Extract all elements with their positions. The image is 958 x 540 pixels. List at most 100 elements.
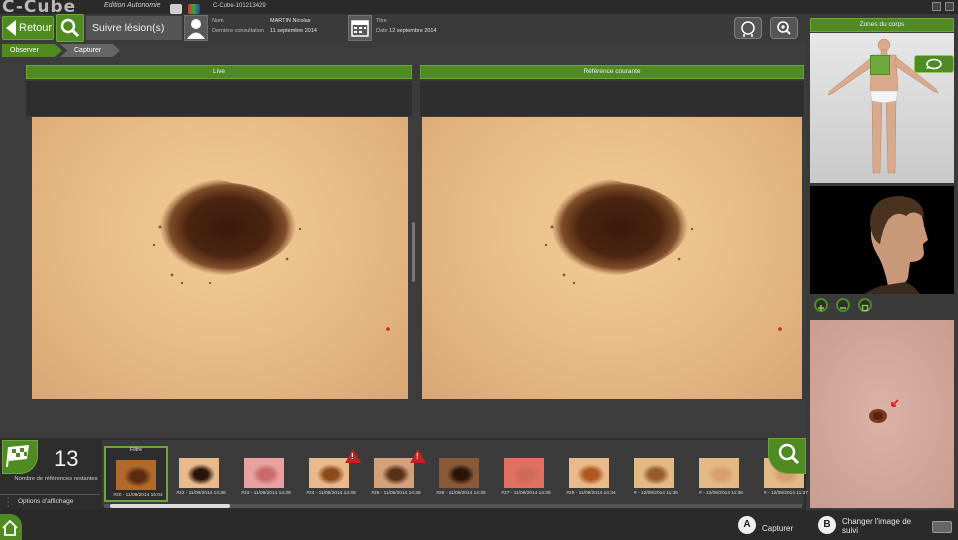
image-viewer: Live Référence courante (24, 62, 808, 438)
magnifier-icon[interactable] (56, 14, 84, 42)
display-options-label: Options d'affichage (18, 498, 74, 505)
thumbnail-scrollbar[interactable] (104, 504, 802, 508)
head-3d-view[interactable] (810, 186, 954, 294)
thumbnail-caption: #24 - 11/09/2014 14:48 (306, 491, 356, 496)
thumbnail-strip: Filtre #20 - 11/09/2014 15:04 #22 - 11/09/… (102, 440, 808, 506)
patient-info: Nom Dernière consultation (212, 16, 264, 36)
zoom-controls (810, 298, 954, 314)
reference-thumbnail[interactable]: #23 - 11/09/2014 14:39 (234, 446, 298, 502)
thumbnail-caption: #26 - 11/09/2014 14:36 (436, 491, 486, 496)
last-consult-value: 11 septembre 2014 (270, 28, 317, 34)
close-window-button[interactable] (945, 2, 954, 11)
zoom-minus-icon[interactable] (836, 298, 850, 312)
change-image-action-label[interactable]: Changer l'image de suivi (842, 517, 922, 535)
thumbnail-image (699, 458, 739, 488)
tab-observer[interactable]: Observer (2, 44, 62, 57)
remaining-references-label: Nombre de références restantes (14, 476, 98, 482)
search-icon[interactable] (768, 438, 806, 474)
checkered-flag-icon[interactable] (2, 440, 38, 474)
zoom-plus-icon[interactable] (814, 298, 828, 312)
calendar-icon (348, 15, 372, 41)
tab-capturer[interactable]: Capturer (60, 44, 120, 57)
thumbnail-image (179, 458, 219, 488)
warning-icon (345, 449, 361, 463)
last-consult-label: Dernière consultation (212, 28, 264, 34)
header-bar: Retour Suivre lésion(s) Nom Dernière con… (0, 14, 806, 42)
back-arrow-icon (6, 20, 16, 36)
reference-thumbnail[interactable]: #25 - 11/09/2014 14:38 (364, 446, 428, 502)
session-date-row: Date 12 septembre 2014 (376, 26, 437, 36)
remaining-references-count: 13 (54, 446, 79, 471)
device-serial: C-Cube-101213429 (213, 3, 266, 9)
camera-icon[interactable] (170, 4, 182, 14)
session-title-label: Titre (376, 18, 387, 24)
references-strip: 13 Nombre de références restantes · · · Op… (0, 438, 808, 510)
thumbnail-caption: #20 - 11/09/2014 15:04 (113, 493, 163, 498)
thumbnail-image (504, 458, 544, 488)
thumbnail-image (244, 458, 284, 488)
body-zones-sidebar: Zones du corps (806, 14, 958, 510)
body-zones-title: Zones du corps (810, 18, 954, 32)
reference-thumbnail[interactable]: #24 - 11/09/2014 14:48 (299, 446, 363, 502)
thumbnail-image (634, 458, 674, 488)
panel-splitter[interactable] (412, 222, 415, 282)
edition-label: Edition Autonomie (104, 2, 161, 9)
filter-label: Filtre (129, 447, 143, 453)
thumbnail-caption: #25 - 11/09/2014 14:38 (371, 491, 421, 496)
reference-thumbnail[interactable]: #27 - 11/09/2014 14:35 (494, 446, 558, 502)
reference-panel-toolbar (420, 81, 804, 116)
display-options-button[interactable]: · · · Options d'affichage (0, 494, 100, 510)
minimize-button[interactable] (932, 2, 941, 11)
reference-thumbnail[interactable]: # - 12/09/2014 11:36 (624, 446, 688, 502)
zoom-fit-icon[interactable] (858, 298, 872, 312)
more-vertical-icon: · · · (7, 495, 10, 510)
title-bar: C-Cube Edition Autonomie C-Cube-10121342… (0, 0, 958, 17)
session-info: Titre Date 12 septembre 2014 (376, 16, 437, 36)
mode-title: Suivre lésion(s) (86, 16, 182, 40)
thumbnail-image (116, 460, 156, 490)
live-panel-toolbar (26, 81, 412, 116)
scrollbar-thumb[interactable] (110, 504, 230, 508)
back-button[interactable]: Retour (2, 16, 54, 40)
patient-avatar-icon (184, 15, 208, 41)
thumbnail-caption: #23 - 11/09/2014 14:39 (241, 491, 291, 496)
mode-tabs: Observer Capturer (0, 44, 806, 58)
thumbnail-image (374, 458, 414, 488)
reference-image[interactable] (422, 117, 802, 399)
keyboard-icon[interactable] (932, 521, 952, 533)
reference-thumbnail[interactable]: #28 - 11/09/2014 14:34 (559, 446, 623, 502)
reset-view-button[interactable] (870, 55, 890, 75)
zoom-in-button[interactable] (770, 17, 798, 39)
thumbnail-caption: #22 - 11/09/2014 14:38 (176, 491, 226, 496)
home-icon[interactable] (0, 514, 22, 540)
thumbnail-image (309, 458, 349, 488)
patient-values: MARTIN Nicolas 11 septembre 2014 (270, 16, 317, 36)
reference-thumbnail[interactable]: Filtre #20 - 11/09/2014 15:04 (104, 446, 168, 502)
key-b-icon: B (818, 516, 836, 534)
reference-thumbnail[interactable]: #22 - 11/09/2014 14:38 (169, 446, 233, 502)
live-image[interactable] (32, 117, 408, 399)
color-palette-icon[interactable] (188, 4, 200, 14)
capture-action-label[interactable]: Capturer (762, 524, 793, 533)
patient-name-label: Nom (212, 18, 224, 24)
reference-thumbnail[interactable]: # - 12/09/2014 11:36 (689, 446, 753, 502)
rotate-view-button[interactable] (914, 55, 954, 73)
thumbnail-caption: # - 12/09/2014 11:36 (634, 491, 678, 496)
head-view-button[interactable] (734, 17, 762, 39)
live-panel-header: Live (26, 65, 412, 79)
thumbnail-caption: #27 - 11/09/2014 14:35 (501, 491, 551, 496)
thumbnail-caption: # - 12/09/2014 11:36 (699, 491, 743, 496)
back-button-label: Retour (19, 22, 53, 34)
key-a-icon: A (738, 516, 756, 534)
patient-name-value: MARTIN Nicolas (270, 18, 311, 24)
body-3d-view[interactable] (810, 33, 954, 183)
closeup-skin-view[interactable] (810, 320, 954, 508)
session-date-value: 12 septembre 2014 (389, 28, 437, 34)
thumbnail-caption: #28 - 11/09/2014 14:34 (566, 491, 616, 496)
session-title-row: Titre (376, 16, 437, 26)
footer-bar: A Capturer B Changer l'image de suivi (0, 510, 958, 540)
thumbnail-image (569, 458, 609, 488)
reference-panel-header: Référence courante (420, 65, 804, 79)
thumbnail-caption: # - 12/09/2014 11:37 (764, 491, 808, 496)
reference-thumbnail[interactable]: #26 - 11/09/2014 14:36 (429, 446, 493, 502)
